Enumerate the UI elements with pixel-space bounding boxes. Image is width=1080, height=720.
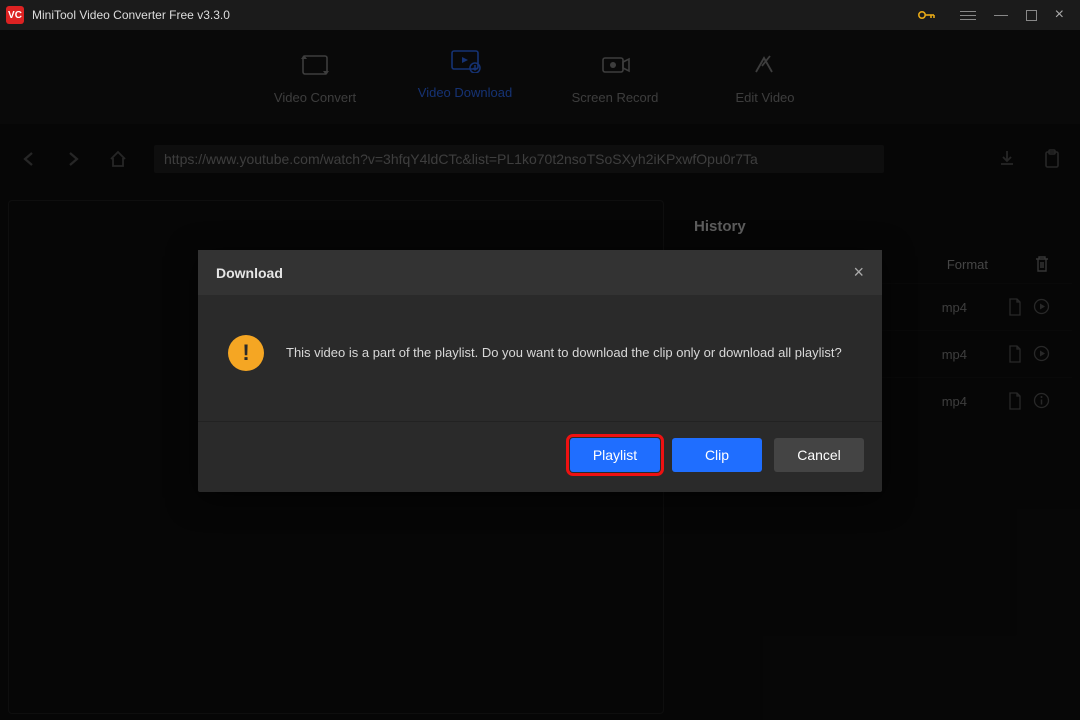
dialog-close-button[interactable]: ×: [853, 262, 864, 283]
back-button[interactable]: [20, 150, 38, 168]
cancel-button[interactable]: Cancel: [774, 438, 864, 472]
browser-toolbar: https://www.youtube.com/watch?v=3hfqY4ld…: [0, 124, 1080, 194]
download-dialog: Download × ! This video is a part of the…: [198, 250, 882, 492]
trash-icon[interactable]: [1034, 255, 1050, 273]
history-heading: History: [672, 200, 1072, 245]
info-icon[interactable]: [1033, 392, 1050, 410]
format-header: Format: [947, 257, 988, 272]
key-icon[interactable]: [918, 9, 936, 21]
file-icon[interactable]: [1007, 392, 1023, 410]
history-format: mp4: [942, 347, 967, 362]
tab-label: Video Convert: [274, 90, 356, 105]
maximize-button[interactable]: [1026, 10, 1037, 21]
app-logo-icon: VC: [6, 6, 24, 24]
play-icon[interactable]: [1033, 345, 1050, 363]
tab-label: Edit Video: [735, 90, 794, 105]
history-format: mp4: [942, 394, 967, 409]
file-icon[interactable]: [1007, 345, 1023, 363]
url-input[interactable]: https://www.youtube.com/watch?v=3hfqY4ld…: [154, 145, 884, 173]
tab-video-download[interactable]: Video Download: [390, 30, 540, 124]
tab-label: Screen Record: [572, 90, 659, 105]
tab-label: Video Download: [418, 85, 512, 100]
dialog-message: This video is a part of the playlist. Do…: [286, 343, 842, 363]
tab-video-convert[interactable]: Video Convert: [240, 30, 390, 124]
dialog-title: Download: [216, 265, 283, 281]
titlebar: VC MiniTool Video Converter Free v3.3.0 …: [0, 0, 1080, 30]
clipboard-button[interactable]: [1044, 149, 1060, 169]
tab-screen-record[interactable]: Screen Record: [540, 30, 690, 124]
dialog-footer: Playlist Clip Cancel: [198, 421, 882, 492]
playlist-button[interactable]: Playlist: [570, 438, 660, 472]
clip-button[interactable]: Clip: [672, 438, 762, 472]
convert-icon: [298, 50, 332, 80]
download-icon: [448, 45, 482, 75]
minimize-button[interactable]: [994, 15, 1008, 16]
tab-edit-video[interactable]: Edit Video: [690, 30, 840, 124]
app-title: MiniTool Video Converter Free v3.3.0: [32, 8, 918, 22]
download-button[interactable]: [998, 149, 1016, 169]
main-nav: Video Convert Video Download Screen Reco…: [0, 30, 1080, 124]
play-icon[interactable]: [1033, 298, 1050, 316]
menu-icon[interactable]: [960, 11, 976, 20]
dialog-header: Download ×: [198, 250, 882, 295]
close-window-button[interactable]: ×: [1055, 6, 1064, 24]
history-format: mp4: [942, 300, 967, 315]
edit-icon: [748, 50, 782, 80]
file-icon[interactable]: [1007, 298, 1023, 316]
forward-button[interactable]: [64, 150, 82, 168]
record-icon: [598, 50, 632, 80]
home-button[interactable]: [108, 150, 128, 168]
url-text: https://www.youtube.com/watch?v=3hfqY4ld…: [164, 151, 758, 167]
warning-icon: !: [228, 335, 264, 371]
